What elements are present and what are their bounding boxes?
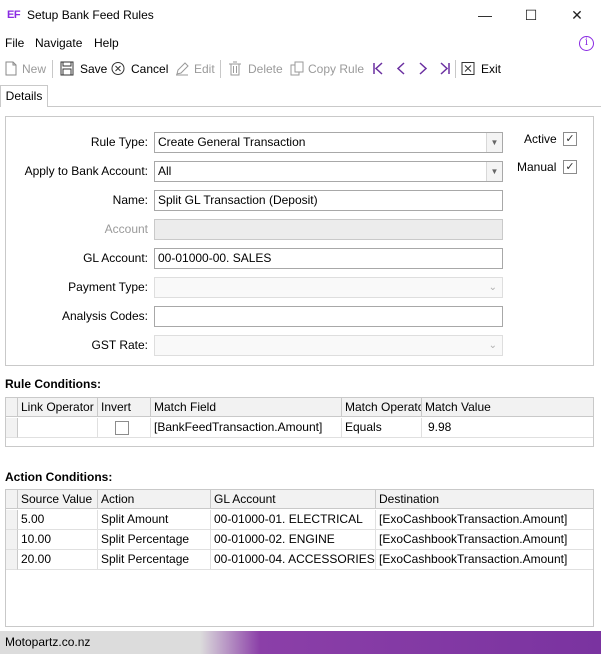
column-header-match-operator[interactable]: Match Operator — [342, 398, 422, 417]
details-form-panel — [5, 116, 594, 366]
exit-button[interactable]: Exit — [481, 62, 501, 76]
manual-checkbox[interactable]: ✓ — [563, 160, 577, 174]
dropdown-arrow-icon[interactable]: ▼ — [486, 162, 502, 181]
app-logo-icon: EF — [7, 9, 21, 21]
save-icon — [60, 61, 74, 76]
toolbar-separator — [220, 60, 221, 78]
payment-type-label: Payment Type: — [68, 280, 148, 294]
cell-match-operator[interactable]: Equals — [342, 418, 422, 438]
toolbar-separator — [455, 60, 456, 78]
edit-button[interactable]: Edit — [194, 62, 215, 76]
close-button[interactable]: ✕ — [554, 4, 600, 28]
menu-help[interactable]: Help — [94, 36, 119, 50]
cell-gl-account[interactable]: 00-01000-04. ACCESSORIES — [211, 550, 376, 570]
cell-destination[interactable]: [ExoCashbookTransaction.Amount] — [376, 510, 593, 530]
row-header-corner — [6, 398, 18, 417]
action-conditions-grid: Source Value Action GL Account Destinati… — [5, 489, 594, 627]
chevron-down-icon: ⌄ — [488, 282, 497, 293]
column-header-gl-account[interactable]: GL Account — [211, 490, 376, 509]
first-record-icon[interactable] — [371, 61, 385, 76]
column-header-source-value[interactable]: Source Value — [18, 490, 98, 509]
rule-type-value: Create General Transaction — [158, 135, 306, 149]
column-header-link-operator[interactable]: Link Operator — [18, 398, 98, 417]
column-header-match-field[interactable]: Match Field — [151, 398, 342, 417]
tab-strip — [0, 106, 601, 107]
payment-type-select: ⌄ — [154, 277, 503, 298]
row-selector[interactable] — [6, 550, 18, 570]
row-selector[interactable] — [6, 510, 18, 530]
copy-rule-button[interactable]: Copy Rule — [308, 62, 364, 76]
apply-to-bank-account-value: All — [158, 164, 172, 178]
row-header-corner — [6, 490, 18, 509]
cell-gl-account[interactable]: 00-01000-01. ELECTRICAL — [211, 510, 376, 530]
cell-match-value[interactable]: 9.98 — [422, 418, 593, 438]
exit-icon — [461, 62, 475, 75]
window-title: Setup Bank Feed Rules — [27, 8, 154, 22]
menu-file[interactable]: File — [5, 36, 24, 50]
active-label: Active — [524, 132, 557, 146]
dropdown-arrow-icon[interactable]: ▼ — [486, 133, 502, 152]
account-label: Account — [104, 222, 148, 236]
row-selector[interactable] — [6, 530, 18, 550]
cell-link-operator[interactable] — [18, 418, 98, 438]
delete-trash-icon — [229, 61, 241, 76]
cell-match-field[interactable]: [BankFeedTransaction.Amount] — [151, 418, 342, 438]
analysis-codes-label: Analysis Codes: — [61, 309, 148, 323]
name-input[interactable]: Split GL Transaction (Deposit) — [154, 190, 503, 211]
minimize-button[interactable]: — — [462, 4, 508, 28]
column-header-action[interactable]: Action — [98, 490, 211, 509]
edit-pencil-icon — [176, 62, 189, 76]
copy-icon — [290, 61, 304, 76]
apply-to-bank-account-select[interactable]: All ▼ — [154, 161, 503, 182]
gl-account-input[interactable]: 00-01000-00. SALES — [154, 248, 503, 269]
gl-account-label: GL Account: — [83, 251, 148, 265]
apply-to-bank-account-label: Apply to Bank Account: — [24, 164, 148, 178]
name-label: Name: — [112, 193, 148, 207]
cell-source-value[interactable]: 5.00 — [18, 510, 98, 530]
column-header-destination[interactable]: Destination — [376, 490, 593, 509]
analysis-codes-input[interactable] — [154, 306, 503, 327]
row-selector[interactable] — [6, 418, 18, 438]
cancel-icon — [111, 62, 125, 75]
last-record-icon[interactable] — [438, 61, 452, 76]
menu-navigate[interactable]: Navigate — [35, 36, 82, 50]
column-header-invert[interactable]: Invert — [98, 398, 151, 417]
previous-record-icon[interactable] — [394, 61, 408, 76]
cell-gl-account[interactable]: 00-01000-02. ENGINE — [211, 530, 376, 550]
toolbar-separator — [52, 60, 53, 78]
cell-invert[interactable] — [98, 418, 151, 438]
cell-action[interactable]: Split Amount — [98, 510, 211, 530]
cell-destination[interactable]: [ExoCashbookTransaction.Amount] — [376, 530, 593, 550]
active-checkbox[interactable]: ✓ — [563, 132, 577, 146]
action-conditions-heading: Action Conditions: — [5, 470, 113, 484]
invert-checkbox[interactable] — [115, 421, 129, 435]
rule-conditions-heading: Rule Conditions: — [5, 377, 101, 391]
cell-source-value[interactable]: 10.00 — [18, 530, 98, 550]
manual-label: Manual — [517, 160, 557, 174]
cell-destination[interactable]: [ExoCashbookTransaction.Amount] — [376, 550, 593, 570]
info-icon[interactable]: i — [579, 36, 594, 51]
rule-type-select[interactable]: Create General Transaction ▼ — [154, 132, 503, 153]
cell-action[interactable]: Split Percentage — [98, 530, 211, 550]
delete-button[interactable]: Delete — [248, 62, 283, 76]
rule-type-label: Rule Type: — [90, 135, 148, 149]
save-button[interactable]: Save — [80, 62, 107, 76]
account-input — [154, 219, 503, 240]
new-document-icon — [5, 61, 17, 76]
column-header-match-value[interactable]: Match Value — [422, 398, 593, 417]
cell-source-value[interactable]: 20.00 — [18, 550, 98, 570]
new-button[interactable]: New — [22, 62, 46, 76]
gst-rate-label: GST Rate: — [91, 338, 148, 352]
next-record-icon[interactable] — [416, 61, 430, 76]
status-text: Motopartz.co.nz — [5, 635, 91, 649]
maximize-button[interactable]: ☐ — [508, 4, 554, 28]
cell-action[interactable]: Split Percentage — [98, 550, 211, 570]
rule-conditions-grid: Link Operator Invert Match Field Match O… — [5, 397, 594, 447]
chevron-down-icon: ⌄ — [488, 340, 497, 351]
tab-details[interactable]: Details — [0, 85, 48, 107]
gst-rate-select: ⌄ — [154, 335, 503, 356]
cancel-button[interactable]: Cancel — [131, 62, 168, 76]
menu-bar — [0, 33, 601, 53]
